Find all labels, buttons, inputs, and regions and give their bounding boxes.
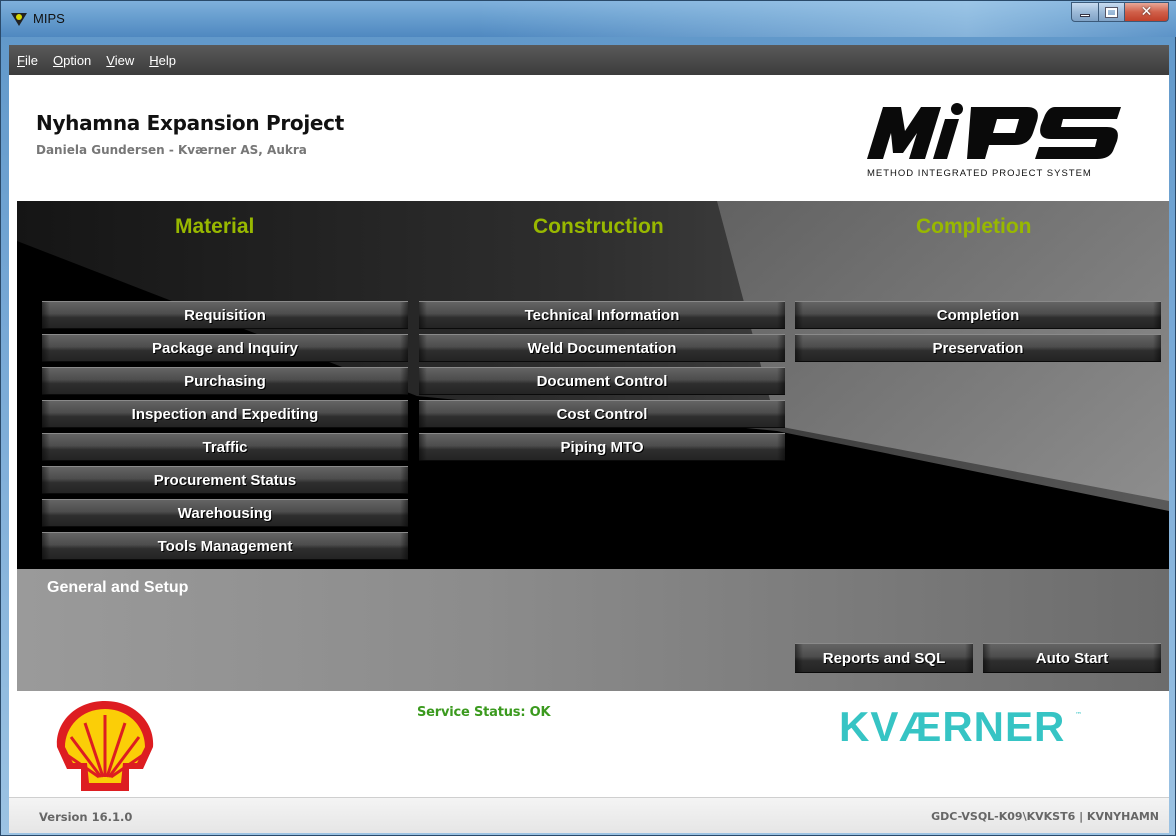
project-title: Nyhamna Expansion Project <box>36 111 344 135</box>
shell-logo <box>56 701 154 791</box>
maximize-icon <box>1105 6 1118 18</box>
menu-bar: File Option View Help <box>9 45 1169 75</box>
close-icon: ✕ <box>1140 4 1153 20</box>
technical-information-button[interactable]: Technical Information <box>419 301 785 329</box>
inspection-and-expediting-button[interactable]: Inspection and Expediting <box>42 400 408 428</box>
cost-control-button[interactable]: Cost Control <box>419 400 785 428</box>
service-status: Service Status: OK <box>417 705 551 720</box>
menu-view[interactable]: View <box>106 53 134 68</box>
version-label: Version 16.1.0 <box>39 810 133 824</box>
module-panel: Material Construction Completion Requisi… <box>17 201 1169 569</box>
title-bar[interactable]: MIPS ✕ <box>1 1 1176 37</box>
trademark-icon: ™ <box>1075 711 1082 719</box>
completion-title: Completion <box>916 215 1032 238</box>
menu-file[interactable]: File <box>17 53 38 68</box>
requisition-button[interactable]: Requisition <box>42 301 408 329</box>
document-control-button[interactable]: Document Control <box>419 367 785 395</box>
client-area: File Option View Help Nyhamna Expansion … <box>9 45 1169 833</box>
warehousing-button[interactable]: Warehousing <box>42 499 408 527</box>
material-title: Material <box>175 215 255 238</box>
auto-start-button[interactable]: Auto Start <box>983 643 1161 673</box>
maximize-button[interactable] <box>1099 2 1125 22</box>
window-controls: ✕ <box>1071 2 1169 22</box>
mips-app-icon <box>11 13 27 26</box>
window-title: MIPS <box>33 11 65 26</box>
status-bar: Version 16.1.0 GDC-VSQL-K09\KVKST6 | KVN… <box>9 797 1169 833</box>
tools-management-button[interactable]: Tools Management <box>42 532 408 560</box>
general-setup-title: General and Setup <box>47 579 189 596</box>
reports-and-sql-button[interactable]: Reports and SQL <box>795 643 973 673</box>
mips-tagline: METHOD INTEGRATED PROJECT SYSTEM <box>867 168 1092 179</box>
preservation-button[interactable]: Preservation <box>795 334 1161 362</box>
general-setup-panel: General and Setup Reports and SQL Auto S… <box>17 569 1169 691</box>
package-and-inquiry-button[interactable]: Package and Inquiry <box>42 334 408 362</box>
menu-option[interactable]: Option <box>53 53 91 68</box>
close-button[interactable]: ✕ <box>1125 2 1169 22</box>
piping-mto-button[interactable]: Piping MTO <box>419 433 785 461</box>
minimize-icon <box>1080 14 1090 17</box>
kvaerner-logo: KVÆRNER <box>839 703 1066 750</box>
user-info: Daniela Gundersen - Kværner AS, Aukra <box>36 143 307 157</box>
completion-button[interactable]: Completion <box>795 301 1161 329</box>
footer: Service Status: OK KVÆRNER ™ <box>9 691 1169 797</box>
purchasing-button[interactable]: Purchasing <box>42 367 408 395</box>
procurement-status-button[interactable]: Procurement Status <box>42 466 408 494</box>
minimize-button[interactable] <box>1071 2 1099 22</box>
traffic-button[interactable]: Traffic <box>42 433 408 461</box>
construction-title: Construction <box>533 215 664 238</box>
server-info: GDC-VSQL-K09\KVKST6 | KVNYHAMN <box>931 810 1159 823</box>
project-header: Nyhamna Expansion Project Daniela Gunder… <box>9 75 1169 201</box>
app-window: MIPS ✕ File Option View Help Nyhamna Exp… <box>0 0 1176 836</box>
weld-documentation-button[interactable]: Weld Documentation <box>419 334 785 362</box>
menu-help[interactable]: Help <box>149 53 176 68</box>
